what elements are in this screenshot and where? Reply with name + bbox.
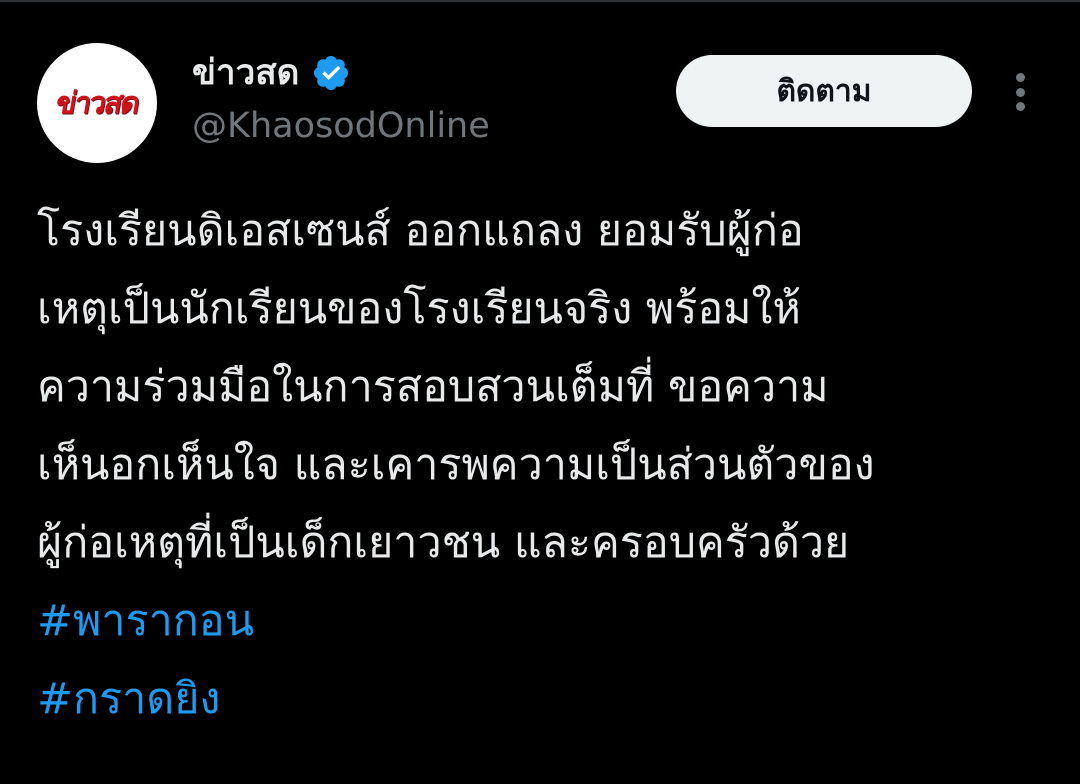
khaosod-logo: ข่าวสด xyxy=(52,85,142,121)
more-dot xyxy=(1015,87,1025,97)
more-dot xyxy=(1015,73,1025,82)
avatar[interactable]: ข่าวสด xyxy=(37,43,157,163)
tweet-text-line: โรงเรียนดิเอสเซนส์ ออกแถลง ยอมรับผู้ก่อ xyxy=(37,206,804,256)
tweet-text: โรงเรียนดิเอสเซนส์ ออกแถลง ยอมรับผู้ก่อ … xyxy=(37,192,1047,738)
tweet-text-line: ผู้ก่อเหตุที่เป็นเด็กเยาวชน และครอบครัวด… xyxy=(37,518,850,568)
more-options-icon[interactable] xyxy=(1000,70,1040,114)
hashtag-link-paragon[interactable]: #พารากอน xyxy=(37,582,1047,660)
top-divider xyxy=(0,0,1080,2)
account-handle[interactable]: @KhaosodOnline xyxy=(192,103,490,149)
tweet-text-line: เหตุเป็นนักเรียนของโรงเรียนจริง พร้อมให้ xyxy=(37,284,801,334)
display-name[interactable]: ข่าวสด xyxy=(192,50,299,96)
follow-button[interactable]: ติดตาม xyxy=(676,55,972,127)
verified-badge-icon xyxy=(311,53,351,93)
hashtag-link-shooting[interactable]: #กราดยิง xyxy=(37,660,1047,738)
display-name-row: ข่าวสด xyxy=(192,50,351,96)
tweet-text-line: เห็นอกเห็นใจ และเคารพความเป็นส่วนตัวของ xyxy=(37,440,875,490)
tweet-text-line: ความร่วมมือในการสอบสวนเต็มที่ ขอความ xyxy=(37,362,829,412)
more-dot xyxy=(1015,102,1025,111)
